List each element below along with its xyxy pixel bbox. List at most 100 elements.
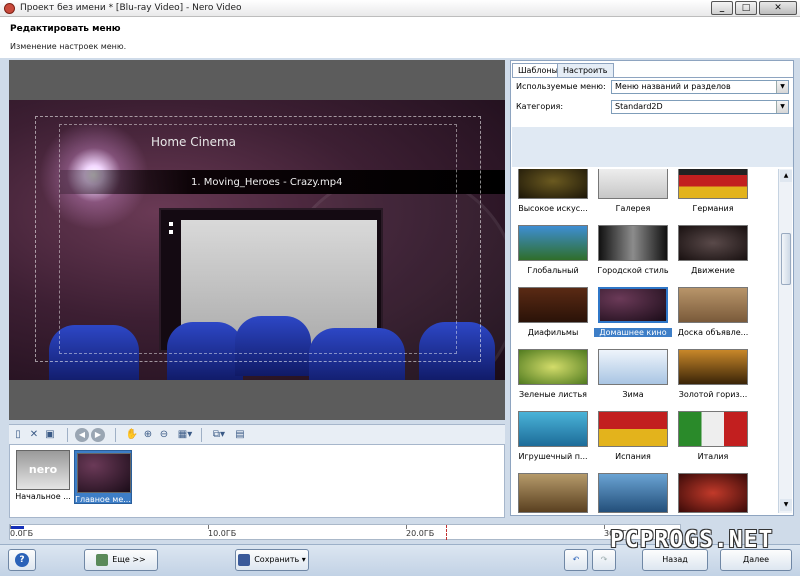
template-item[interactable]: Доска объявле... [674,287,752,347]
template-thumbnail [598,349,668,385]
templates-panel: Шаблоны Настроить Используемые меню: Мен… [510,60,794,516]
category-select[interactable]: Standard2D ▼ [611,100,789,114]
grid-icon[interactable]: ▤ [233,428,247,442]
page-subtitle: Изменение настроек меню. [10,42,127,51]
template-item[interactable]: Зеленые листья [514,349,592,409]
close-button[interactable]: ✕ [759,1,797,15]
more-button[interactable]: Еще >> [84,549,158,571]
chevron-down-icon: ▼ [776,101,788,113]
maximize-button[interactable]: □ [735,1,757,15]
template-label: Испания [615,452,651,461]
zoom-in-icon[interactable]: ⊕ [141,428,155,442]
title-bar: Проект без имени * [Blu-ray Video] - Ner… [0,0,800,17]
forward-arrow-icon[interactable]: ▶ [91,428,105,442]
menu-pages-strip: nero Начальное ... Главное ме... [9,444,505,518]
main-menu-thumbnail [77,453,131,493]
disc-capacity-bar: 0.0ГБ 10.0ГБ 20.0ГБ 30.0ГБ [9,524,681,540]
undo-button[interactable]: ↶ [564,549,588,571]
category-label: Категория: [516,102,564,111]
menu-title-text[interactable]: Home Cinema [151,135,236,149]
template-label: Германия [692,204,734,213]
next-button-label: Далее [742,555,770,564]
help-icon: ? [15,553,29,567]
back-button-label: Назад [662,555,688,564]
template-thumbnail [518,411,588,447]
page-thumbnail-main[interactable]: Главное ме... [74,450,132,504]
template-item[interactable]: Испания [594,411,672,471]
template-item[interactable]: Золотой гориз... [674,349,752,409]
template-item[interactable]: Высокое искус... [514,169,592,223]
template-thumbnail [518,473,588,513]
menu-preview[interactable]: Home Cinema 1. Moving_Heroes - Crazy.mp4 [9,60,505,420]
layout-icon[interactable]: ▦▾ [175,428,195,442]
template-thumbnail [678,169,748,199]
template-item[interactable]: Движение [674,225,752,285]
template-item-selected[interactable]: Домашнее кино [594,287,672,347]
template-label: Городской стиль [597,266,669,275]
letterbox-top [9,60,505,100]
template-thumbnail [518,169,588,199]
template-item[interactable] [594,473,672,513]
used-menus-label: Используемые меню: [516,82,606,91]
template-label: Высокое искус... [518,204,588,213]
template-label: Глобальный [527,266,579,275]
template-label: Золотой гориз... [678,390,748,399]
template-thumbnail [518,349,588,385]
panel-spacer [512,127,793,167]
preview-toolbar: ▯ ✕ ▣ ◀ ▶ ✋ ⊕ ⊖ ▦▾ ⧉▾ ▤ [9,424,505,444]
template-label: Италия [697,452,729,461]
tab-customize[interactable]: Настроить [557,63,614,77]
save-button-label: Сохранить [254,555,300,564]
template-label: Игрушечный п... [518,452,588,461]
template-label: Доска объявле... [677,328,749,337]
template-label: Движение [691,266,735,275]
scroll-down-icon[interactable]: ▼ [780,499,792,511]
template-item[interactable]: Германия [674,169,752,223]
zoom-out-icon[interactable]: ⊖ [157,428,171,442]
template-item[interactable]: Галерея [594,169,672,223]
capacity-limit-marker [446,525,447,540]
nero-logo-icon: nero [16,450,70,490]
letterbox-bottom [9,380,505,420]
delete-icon[interactable]: ✕ [27,428,41,442]
template-item[interactable]: Зима [594,349,672,409]
help-button[interactable]: ? [8,549,36,571]
template-gallery: Высокое искус... Галерея Германия Глобал… [514,169,778,513]
nero-app-icon [4,3,15,14]
minimize-button[interactable]: _ [711,1,733,15]
capacity-label: 0.0ГБ [10,529,34,538]
page-thumbnail-start[interactable]: nero Начальное ... [14,450,72,504]
template-thumbnail [598,287,668,323]
more-icon [96,553,109,566]
template-thumbnail [598,473,668,513]
window-title: Проект без имени * [Blu-ray Video] - Ner… [20,3,242,13]
template-item[interactable]: Италия [674,411,752,471]
template-item[interactable] [514,473,592,513]
save-icon[interactable]: ▣ [43,428,57,442]
template-thumbnail [678,473,748,513]
template-label: Галерея [615,204,651,213]
scroll-up-icon[interactable]: ▲ [780,170,792,182]
align-icon[interactable]: ⧉▾ [209,428,229,442]
new-page-icon[interactable]: ▯ [11,428,25,442]
chevron-down-icon: ▼ [776,81,788,93]
save-button[interactable]: Сохранить ▾ [235,549,309,571]
capacity-label: 10.0ГБ [208,529,237,538]
menu-item-text[interactable]: 1. Moving_Heroes - Crazy.mp4 [191,177,342,188]
template-item[interactable]: Глобальный [514,225,592,285]
hand-icon[interactable]: ✋ [125,428,139,442]
template-thumbnail [518,287,588,323]
save-icon [238,553,251,566]
template-item[interactable]: Городской стиль [594,225,672,285]
gallery-scrollbar[interactable]: ▲ ▼ [778,169,792,513]
used-menus-select[interactable]: Меню названий и разделов ▼ [611,80,789,94]
template-thumbnail [678,411,748,447]
back-arrow-icon[interactable]: ◀ [75,428,89,442]
template-item[interactable]: Игрушечный п... [514,411,592,471]
safe-area-inner [59,124,457,354]
scrollbar-thumb[interactable] [781,233,791,285]
template-item[interactable]: Диафильмы [514,287,592,347]
template-label: Диафильмы [527,328,579,337]
template-item[interactable] [674,473,752,513]
more-button-label: Еще >> [112,555,146,564]
